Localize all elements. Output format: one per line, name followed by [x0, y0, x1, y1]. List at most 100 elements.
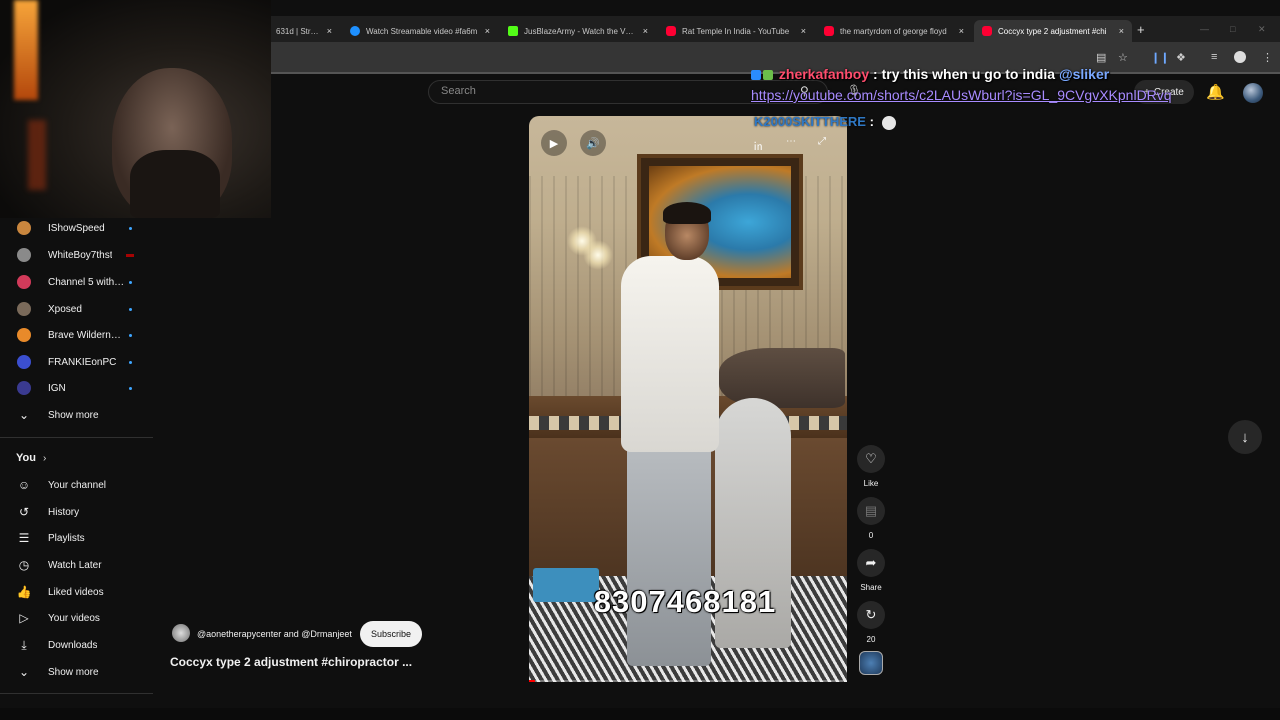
sidebar-item-channel5[interactable]: Channel 5 with A... [0, 270, 153, 294]
channel-avatar [17, 355, 31, 369]
new-content-dot [129, 360, 132, 364]
you-heading: You [16, 452, 36, 464]
channel-avatar[interactable] [172, 624, 190, 642]
new-content-dot [129, 280, 132, 284]
chat-badge-icon [751, 70, 761, 81]
show-more-subscriptions-button[interactable]: ⌄ Show more [0, 403, 153, 427]
reading-list-icon[interactable]: ≡ [1211, 51, 1217, 63]
new-content-dot [129, 333, 132, 337]
account-avatar[interactable] [1243, 83, 1263, 103]
browser-tab[interactable]: 631d | Stream × [268, 20, 340, 42]
like-button[interactable]: ♡ Like [857, 445, 885, 488]
kick-favicon-icon [508, 26, 518, 36]
video-title[interactable]: Coccyx type 2 adjustment #chiropractor .… [170, 655, 412, 669]
close-icon[interactable]: × [801, 26, 806, 36]
sidebar-item-downloads[interactable]: ⤓ Downloads [0, 633, 153, 657]
chat-username: K2000SKITTHERE [754, 114, 866, 129]
volume-button[interactable]: 🔊 [580, 130, 606, 156]
sidebar-item-label: History [48, 506, 80, 518]
sidebar-item-brave-wilderness[interactable]: Brave Wilderness [0, 323, 153, 347]
streamable-favicon-icon [350, 26, 360, 36]
extension-icon[interactable]: ❙❙ [1151, 51, 1169, 64]
sidebar-item-liked-videos[interactable]: 👍 Liked videos [0, 580, 153, 604]
video-wall-lamp [583, 240, 613, 270]
menu-dots-icon[interactable]: ⋮ [1262, 51, 1273, 64]
maximize-icon[interactable]: □ [1230, 24, 1235, 34]
channel-avatar [17, 221, 31, 235]
like-label: Like [863, 479, 879, 488]
history-icon: ↺ [18, 505, 30, 519]
channel-avatar [17, 302, 31, 316]
browser-tab-active[interactable]: Coccyx type 2 adjustment #chi × [974, 20, 1132, 42]
sidebar-item-frankieonpc[interactable]: FRANKIEonPC [0, 350, 153, 374]
browser-tab[interactable]: Rat Temple In India - YouTube × [658, 20, 814, 42]
chevron-right-icon: › [43, 452, 47, 464]
sidebar-item-ign[interactable]: IGN [0, 376, 153, 400]
chat-link[interactable]: https://youtube.com/shorts/c2LAUsWburl?i… [751, 87, 1172, 103]
chevron-down-icon: ⌄ [18, 665, 30, 679]
browser-tab[interactable]: JusBlazeArmy - Watch the VOD × [500, 20, 656, 42]
sidebar-item-history[interactable]: ↺ History [0, 500, 153, 524]
sidebar-item-ishowspeed[interactable]: IShowSpeed [0, 216, 153, 240]
close-icon[interactable]: × [959, 26, 964, 36]
close-icon[interactable]: × [643, 26, 648, 36]
close-icon[interactable]: × [1119, 26, 1124, 36]
youtube-favicon-icon [824, 26, 834, 36]
window-close-icon[interactable]: ✕ [1258, 24, 1266, 35]
sidebar-item-your-channel[interactable]: ☺ Your channel [0, 473, 153, 497]
sidebar-item-your-videos[interactable]: ▷ Your videos [0, 606, 153, 630]
subscribe-button[interactable]: Subscribe [360, 621, 423, 647]
search-input[interactable] [441, 85, 781, 97]
sidebar-item-watch-later[interactable]: ◷ Watch Later [0, 553, 153, 577]
live-indicator-icon [126, 253, 134, 257]
new-tab-button[interactable]: + [1137, 22, 1145, 37]
sidebar-item-label: Downloads [48, 639, 98, 651]
fullscreen-icon[interactable]: ⤢ [818, 136, 826, 147]
next-video-arrow-icon[interactable]: ↓ [1228, 420, 1262, 454]
sidebar-item-playlists[interactable]: ☰ Playlists [0, 526, 153, 550]
chat-text: try this when u go to india [881, 66, 1059, 82]
sidebar-item-xposed[interactable]: Xposed [0, 297, 153, 321]
channel-names[interactable]: @aonetherapycenter and @Drmanjeet [197, 629, 352, 639]
browser-tab[interactable]: the martyrdom of george floyd × [816, 20, 972, 42]
captions-icon[interactable]: ㏌ [753, 138, 763, 153]
thumbs-up-icon: 👍 [16, 585, 32, 599]
notifications-bell-icon[interactable]: 🔔 [1206, 83, 1225, 101]
more-options-icon[interactable]: ⋯ [786, 136, 796, 147]
minimize-icon[interactable]: — [1200, 24, 1209, 34]
play-button[interactable]: ▶ [541, 130, 567, 156]
remix-count: 20 [866, 635, 876, 644]
shorts-video-player[interactable]: 8307468181 ▶ 🔊 ㏌ ⋯ ⤢ [529, 116, 847, 682]
sidebar: IShowSpeed WhiteBoy7thst Channel 5 with … [0, 218, 153, 708]
browser-tab[interactable]: Watch Streamable video #fa6m × [342, 20, 498, 42]
video-progress-bar[interactable] [529, 680, 847, 682]
channel-avatar [17, 381, 31, 395]
close-icon[interactable]: × [485, 26, 490, 36]
channel-thumbnail[interactable] [859, 651, 883, 675]
light-glow [14, 0, 38, 100]
close-icon[interactable]: × [327, 26, 332, 36]
install-app-icon[interactable]: ▤ [1096, 51, 1106, 64]
show-more-you-button[interactable]: ⌄ Show more [0, 660, 153, 684]
comments-button[interactable]: ▤ 0 [857, 497, 885, 540]
bookmark-star-icon[interactable]: ☆ [1118, 51, 1128, 64]
share-button[interactable]: ➦ Share [857, 549, 885, 592]
play-box-icon: ▷ [19, 611, 29, 625]
tab-title: Coccyx type 2 adjustment #chi [998, 26, 1107, 36]
chevron-down-icon: ⌄ [18, 408, 30, 422]
chat-separator: : [869, 66, 882, 82]
chat-badge-icon [763, 70, 773, 81]
you-section-header[interactable]: You › [0, 446, 153, 470]
profile-icon[interactable] [1234, 51, 1246, 63]
divider [0, 437, 153, 438]
puzzle-icon[interactable]: ❖ [1176, 51, 1186, 64]
sidebar-item-whiteboy7thst[interactable]: WhiteBoy7thst [0, 243, 153, 267]
sidebar-item-label: Your channel [48, 479, 107, 491]
sidebar-item-label: Xposed [48, 303, 82, 315]
remix-button[interactable]: ↻ 20 [857, 601, 885, 644]
light-glow [28, 120, 46, 190]
youtube-favicon-icon [666, 26, 676, 36]
remix-icon: ↻ [857, 601, 885, 629]
skull-emote-icon [881, 115, 896, 130]
tab-title: Watch Streamable video #fa6m [366, 26, 478, 36]
